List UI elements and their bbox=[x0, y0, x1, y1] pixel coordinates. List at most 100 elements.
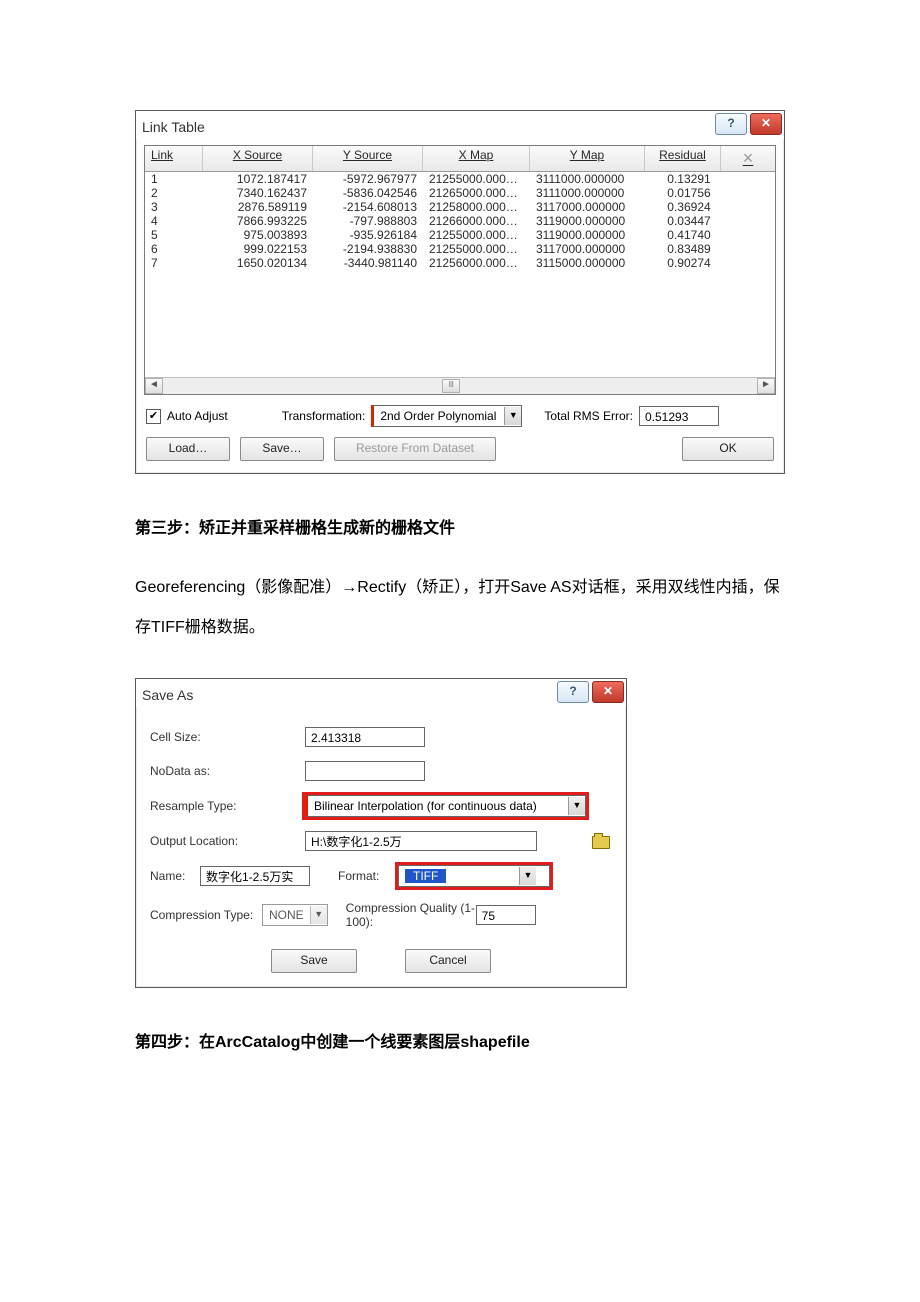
link-table-grid: Link X Source Y Source X Map Y Map Resid… bbox=[144, 145, 776, 395]
cell-ymap: 3117000.000000 bbox=[530, 200, 645, 214]
cell-xsource: 975.003893 bbox=[203, 228, 313, 242]
cell-residual: 0.83489 bbox=[645, 242, 733, 256]
cancel-button[interactable]: Cancel bbox=[405, 949, 491, 973]
cell-link: 1 bbox=[145, 172, 203, 186]
scroll-track[interactable]: Ⅲ bbox=[163, 379, 757, 393]
cell-xmap: 21265000.000… bbox=[423, 186, 530, 200]
table-row[interactable]: 71650.020134-3440.98114021256000.000…311… bbox=[145, 256, 775, 270]
auto-adjust-label: Auto Adjust bbox=[167, 409, 228, 423]
save-as-titlebar: Save As ? ✕ bbox=[136, 679, 626, 707]
cell-residual: 0.01756 bbox=[645, 186, 733, 200]
cell-xmap: 21255000.000… bbox=[423, 228, 530, 242]
cell-residual: 0.13291 bbox=[645, 172, 733, 186]
format-value: TIFF bbox=[399, 869, 519, 883]
chevron-down-icon: ▼ bbox=[504, 407, 521, 425]
save-button[interactable]: Save bbox=[271, 949, 357, 973]
format-label: Format: bbox=[338, 869, 398, 883]
col-xmap[interactable]: X Map bbox=[423, 146, 530, 171]
cell-xsource: 7866.993225 bbox=[203, 214, 313, 228]
nodata-input[interactable] bbox=[305, 761, 425, 781]
cell-ysource: -3440.981140 bbox=[313, 256, 423, 270]
scroll-thumb[interactable]: Ⅲ bbox=[442, 379, 460, 393]
cell-ymap: 3119000.000000 bbox=[530, 228, 645, 242]
transformation-label: Transformation: bbox=[282, 409, 366, 423]
cell-ysource: -797.988803 bbox=[313, 214, 423, 228]
save-as-dialog: Save As ? ✕ Cell Size: 2.413318 NoData a… bbox=[135, 678, 627, 988]
cell-link: 3 bbox=[145, 200, 203, 214]
table-row[interactable]: 11072.187417-5972.96797721255000.000…311… bbox=[145, 172, 775, 186]
cell-size-input[interactable]: 2.413318 bbox=[305, 727, 425, 747]
name-label: Name: bbox=[150, 869, 200, 883]
compression-quality-input[interactable]: 75 bbox=[476, 905, 536, 925]
help-button[interactable]: ? bbox=[557, 681, 589, 703]
cell-ysource: -5836.042546 bbox=[313, 186, 423, 200]
col-ymap[interactable]: Y Map bbox=[530, 146, 645, 171]
cell-residual: 0.03447 bbox=[645, 214, 733, 228]
cell-ymap: 3115000.000000 bbox=[530, 256, 645, 270]
nodata-label: NoData as: bbox=[150, 764, 305, 778]
link-table-title: Link Table bbox=[142, 119, 205, 135]
cell-ymap: 3111000.000000 bbox=[530, 172, 645, 186]
close-button[interactable]: ✕ bbox=[750, 113, 782, 135]
save-as-title: Save As bbox=[142, 687, 193, 703]
ok-button[interactable]: OK bbox=[682, 437, 774, 461]
grid-body[interactable]: 11072.187417-5972.96797721255000.000…311… bbox=[145, 172, 775, 377]
browse-folder-icon[interactable] bbox=[590, 832, 612, 850]
step3-paragraph: Georeferencing（影像配准）→Rectify（矫正），打开Save … bbox=[135, 568, 785, 648]
table-row[interactable]: 6999.022153-2194.93883021255000.000…3117… bbox=[145, 242, 775, 256]
table-row[interactable]: 5975.003893-935.92618421255000.000…31190… bbox=[145, 228, 775, 242]
link-table-dialog: Link Table ? ✕ Link X Source Y Source X … bbox=[135, 110, 785, 474]
table-row[interactable]: 47866.993225-797.98880321266000.000…3119… bbox=[145, 214, 775, 228]
link-table-titlebar: Link Table ? ✕ bbox=[136, 111, 784, 139]
cell-ysource: -2194.938830 bbox=[313, 242, 423, 256]
cell-link: 7 bbox=[145, 256, 203, 270]
chevron-down-icon: ▼ bbox=[310, 906, 327, 924]
cell-xsource: 1072.187417 bbox=[203, 172, 313, 186]
cell-ysource: -5972.967977 bbox=[313, 172, 423, 186]
scroll-left-icon[interactable]: ◄ bbox=[145, 378, 163, 394]
name-input[interactable]: 数字化1-2.5万实验 bbox=[200, 866, 310, 886]
col-link[interactable]: Link bbox=[145, 146, 203, 171]
cell-ysource: -2154.608013 bbox=[313, 200, 423, 214]
cell-xsource: 7340.162437 bbox=[203, 186, 313, 200]
auto-adjust-checkbox[interactable]: ✔ bbox=[146, 409, 161, 424]
transformation-select[interactable]: 2nd Order Polynomial ▼ bbox=[371, 405, 522, 427]
cell-xmap: 21255000.000… bbox=[423, 242, 530, 256]
col-xsource[interactable]: X Source bbox=[203, 146, 313, 171]
delete-column[interactable]: × bbox=[721, 146, 775, 171]
cell-ymap: 3119000.000000 bbox=[530, 214, 645, 228]
transformation-value: 2nd Order Polynomial bbox=[374, 409, 504, 423]
cell-xsource: 2876.589119 bbox=[203, 200, 313, 214]
col-residual[interactable]: Residual bbox=[645, 146, 721, 171]
cell-xsource: 999.022153 bbox=[203, 242, 313, 256]
step4-heading: 第四步：在ArcCatalog中创建一个线要素图层shapefile bbox=[135, 1028, 785, 1052]
restore-button: Restore From Dataset bbox=[334, 437, 496, 461]
load-button[interactable]: Load… bbox=[146, 437, 230, 461]
horizontal-scrollbar[interactable]: ◄ Ⅲ ► bbox=[145, 377, 775, 394]
cell-xsource: 1650.020134 bbox=[203, 256, 313, 270]
cell-link: 6 bbox=[145, 242, 203, 256]
col-ysource[interactable]: Y Source bbox=[313, 146, 423, 171]
close-button[interactable]: ✕ bbox=[592, 681, 624, 703]
help-button[interactable]: ? bbox=[715, 113, 747, 135]
cell-xmap: 21266000.000… bbox=[423, 214, 530, 228]
cell-residual: 0.90274 bbox=[645, 256, 733, 270]
grid-header: Link X Source Y Source X Map Y Map Resid… bbox=[145, 146, 775, 172]
cell-xmap: 21256000.000… bbox=[423, 256, 530, 270]
resample-type-select[interactable]: Bilinear Interpolation (for continuous d… bbox=[305, 795, 586, 817]
compression-type-label: Compression Type: bbox=[150, 908, 262, 922]
chevron-down-icon: ▼ bbox=[568, 797, 585, 815]
format-select[interactable]: TIFF ▼ bbox=[398, 865, 550, 887]
table-row[interactable]: 32876.589119-2154.60801321258000.000…311… bbox=[145, 200, 775, 214]
scroll-right-icon[interactable]: ► bbox=[757, 378, 775, 394]
cell-ymap: 3117000.000000 bbox=[530, 242, 645, 256]
resample-type-label: Resample Type: bbox=[150, 799, 305, 813]
compression-type-select: NONE ▼ bbox=[262, 904, 328, 926]
window-controls: ? ✕ bbox=[557, 681, 624, 703]
output-location-input[interactable]: H:\数字化1-2.5万 bbox=[305, 831, 537, 851]
cell-link: 2 bbox=[145, 186, 203, 200]
total-rms-value: 0.51293 bbox=[639, 406, 719, 426]
save-button[interactable]: Save… bbox=[240, 437, 324, 461]
cell-residual: 0.36924 bbox=[645, 200, 733, 214]
table-row[interactable]: 27340.162437-5836.04254621265000.000…311… bbox=[145, 186, 775, 200]
